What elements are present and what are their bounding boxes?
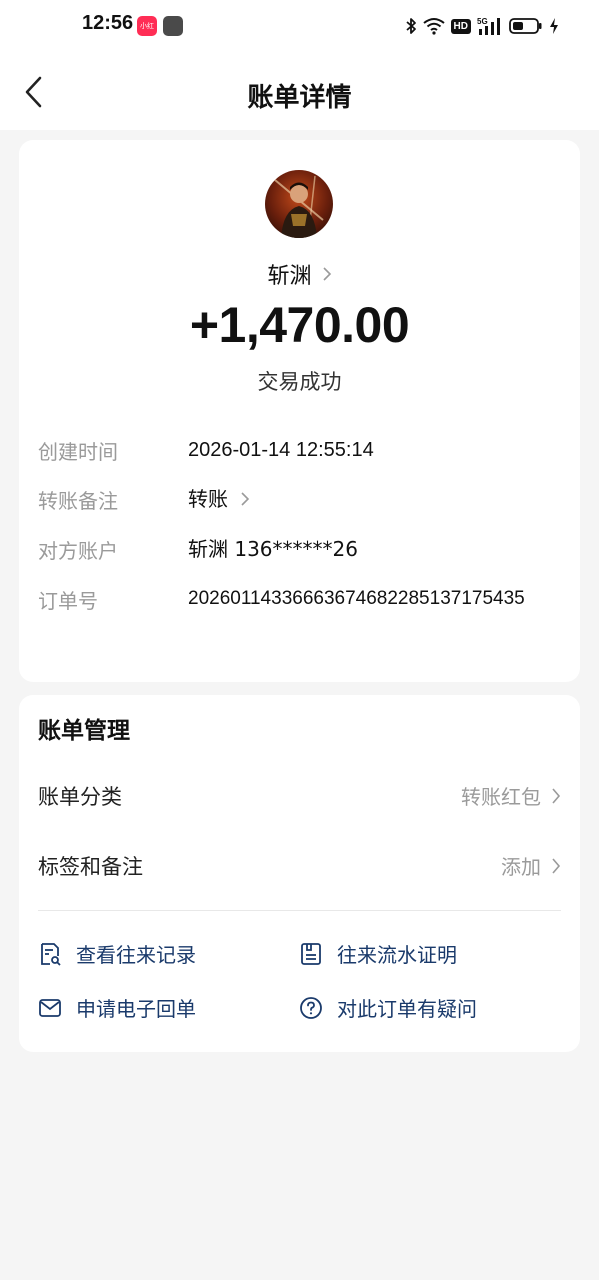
- transaction-card: 斩渊 +1,470.00 交易成功 创建时间 2026-01-14 12:55:…: [19, 140, 580, 682]
- signal-icon: 5G: [477, 17, 500, 35]
- transaction-status: 交易成功: [257, 370, 342, 394]
- e-receipt-label: 申请电子回单: [76, 997, 196, 1021]
- bill-category-text: 转账红包: [461, 785, 541, 809]
- xiaohongshu-app-icon: 小红书: [137, 16, 157, 50]
- wifi-icon: [422, 18, 445, 35]
- chevron-right-icon: [552, 787, 561, 804]
- detail-label: 订单号: [38, 589, 98, 613]
- game-app-icon: [163, 16, 183, 36]
- bill-manage-card: 账单管理 账单分类 转账红包 标签和备注 添加 查看往来记录 往来流水证明 申请…: [19, 695, 580, 1052]
- chevron-right-icon: [241, 492, 250, 506]
- detail-row-order-number: 订单号 20260114336663674682285137175435: [38, 585, 561, 645]
- page-header: 账单详情: [0, 52, 599, 130]
- view-records-label: 查看往来记录: [76, 943, 196, 967]
- status-time: 12:56: [82, 12, 134, 34]
- detail-label: 转账备注: [38, 489, 118, 513]
- status-bar: 12:56 小红书 HD 5G: [0, 0, 599, 52]
- document-icon: [301, 942, 321, 965]
- search-record-icon: [41, 942, 61, 966]
- detail-row-counterparty: 对方账户 斩渊 136******26: [38, 535, 561, 567]
- bluetooth-icon: [405, 18, 416, 34]
- battery-icon: [509, 18, 542, 34]
- detail-label: 创建时间: [38, 440, 118, 464]
- tags-notes-label: 标签和备注: [38, 855, 143, 879]
- transaction-amount: +1,470.00: [189, 297, 410, 353]
- detail-value: 转账: [188, 485, 250, 513]
- divider: [38, 910, 561, 911]
- payee-name: 斩渊: [267, 264, 312, 289]
- tags-notes-text: 添加: [501, 855, 541, 879]
- bill-category-row[interactable]: 账单分类 转账红包: [38, 773, 561, 817]
- detail-value: 2026-01-14 12:55:14: [188, 436, 374, 464]
- detail-label: 对方账户: [38, 539, 118, 563]
- section-title: 账单管理: [38, 718, 130, 744]
- tags-notes-row[interactable]: 标签和备注 添加: [38, 843, 561, 887]
- detail-row-transfer-note[interactable]: 转账备注 转账: [38, 485, 561, 517]
- created-time-value: 2026-01-14 12:55:14: [188, 439, 374, 461]
- mail-icon: [39, 998, 61, 1017]
- order-question-label: 对此订单有疑问: [337, 997, 477, 1021]
- detail-row-created-time: 创建时间 2026-01-14 12:55:14: [38, 436, 561, 468]
- e-receipt-action[interactable]: 申请电子回单: [38, 993, 196, 1022]
- question-icon: [300, 996, 322, 1019]
- payee-link[interactable]: 斩渊: [19, 258, 580, 290]
- transfer-note-value: 转账: [188, 487, 228, 511]
- chevron-right-icon: [552, 857, 561, 874]
- status-icons: HD 5G: [405, 15, 559, 37]
- hd-badge: HD: [450, 18, 471, 34]
- chevron-right-icon: [322, 267, 331, 281]
- transaction-proof-label: 往来流水证明: [337, 943, 457, 967]
- order-question-action[interactable]: 对此订单有疑问: [299, 993, 477, 1022]
- tags-notes-value: 添加: [501, 851, 561, 880]
- transaction-proof-action[interactable]: 往来流水证明: [299, 939, 457, 968]
- network-label: 5G: [477, 17, 488, 26]
- order-number-value: 20260114336663674682285137175435: [188, 588, 525, 609]
- detail-value: 斩渊 136******26: [188, 535, 358, 563]
- counterparty-value: 斩渊 136******26: [188, 537, 358, 561]
- page-title: 账单详情: [247, 83, 352, 113]
- bill-category-label: 账单分类: [38, 785, 122, 809]
- view-records-action[interactable]: 查看往来记录: [38, 939, 196, 968]
- avatar[interactable]: [265, 170, 333, 238]
- charging-icon: [550, 18, 558, 34]
- bill-category-value: 转账红包: [461, 781, 561, 810]
